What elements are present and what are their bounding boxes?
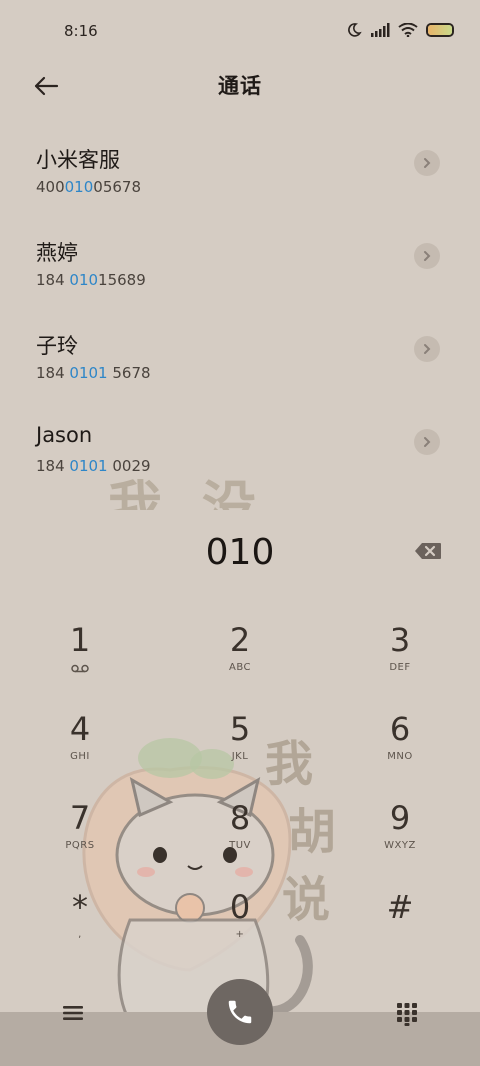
contact-detail-button[interactable] — [414, 150, 440, 176]
bottom-action-bar — [0, 979, 480, 1066]
number-suffix: 5678 — [107, 364, 151, 382]
key-digit: 8 — [229, 799, 251, 837]
dialpad-toggle-button[interactable] — [396, 1002, 418, 1026]
key-letters: WXYZ — [384, 840, 416, 851]
chevron-right-icon — [424, 251, 431, 261]
key-digit: 5 — [229, 710, 251, 748]
key-1[interactable]: 1 — [20, 620, 140, 700]
key-letters: TUV — [229, 840, 251, 851]
contact-row-ziling[interactable]: 子玲 184 0101 5678 — [0, 316, 480, 396]
key-letters: + — [235, 929, 245, 940]
key-8[interactable]: 8 TUV — [180, 798, 300, 878]
key-digit: 7 — [69, 799, 91, 837]
key-star[interactable]: * , — [20, 887, 140, 967]
battery-icon — [426, 23, 454, 37]
key-digit: 2 — [229, 621, 251, 659]
status-bar: 8:16 — [0, 0, 480, 62]
key-6[interactable]: 6 MNO — [340, 709, 460, 789]
number-match: 0101 — [69, 457, 108, 475]
menu-button[interactable] — [62, 1004, 86, 1028]
number-suffix: 15689 — [98, 271, 146, 289]
key-hash[interactable]: # — [340, 887, 460, 967]
number-prefix: 184 — [36, 364, 70, 382]
moon-icon — [348, 23, 362, 37]
key-3[interactable]: 3 DEF — [340, 620, 460, 700]
number-match: 010 — [69, 271, 99, 289]
key-4[interactable]: 4 GHI — [20, 709, 140, 789]
key-letters: DEF — [389, 662, 411, 673]
number-prefix: 184 — [36, 457, 70, 475]
key-digit: 4 — [69, 710, 91, 748]
contact-detail-button[interactable] — [414, 429, 440, 455]
key-letters: ABC — [228, 662, 251, 673]
key-digit: 9 — [389, 799, 411, 837]
dialed-number: 010 — [205, 532, 275, 573]
dialed-number-display: 010 — [0, 528, 480, 580]
status-icons — [346, 22, 454, 38]
key-digit: * — [72, 888, 88, 926]
menu-icon — [63, 1006, 83, 1020]
contact-row-yanting[interactable]: 燕婷 184 01015689 — [0, 223, 480, 303]
backspace-button[interactable] — [414, 542, 442, 564]
key-letters: PQRS — [65, 840, 95, 851]
signal-icon — [371, 23, 390, 37]
call-button[interactable] — [207, 979, 273, 1045]
key-letters: GHI — [70, 751, 90, 762]
header: 通话 — [0, 62, 480, 110]
chevron-right-icon — [424, 158, 431, 168]
key-letters: MNO — [387, 751, 413, 762]
number-prefix: 400 — [36, 178, 65, 196]
key-9[interactable]: 9 WXYZ — [340, 798, 460, 878]
key-letters: JKL — [231, 751, 249, 762]
key-digit: 1 — [69, 621, 91, 659]
contact-detail-button[interactable] — [414, 336, 440, 362]
chevron-right-icon — [424, 344, 431, 354]
number-match: 0101 — [69, 364, 108, 382]
contact-number: 184 0101 0029 — [36, 457, 151, 475]
chevron-right-icon — [424, 437, 431, 447]
page-title: 通话 — [218, 74, 262, 98]
key-digit: # — [386, 888, 414, 926]
key-0[interactable]: 0 + — [180, 887, 300, 967]
contact-name: 子玲 — [36, 334, 78, 358]
contact-number: 40001005678 — [36, 178, 141, 196]
key-7[interactable]: 7 PQRS — [20, 798, 140, 878]
key-digit: 6 — [389, 710, 411, 748]
key-2[interactable]: 2 ABC — [180, 620, 300, 700]
key-5[interactable]: 5 JKL — [180, 709, 300, 789]
number-suffix: 05678 — [93, 178, 141, 196]
number-match: 010 — [64, 178, 94, 196]
contact-detail-button[interactable] — [414, 243, 440, 269]
status-time: 8:16 — [64, 22, 98, 40]
contact-row-xiaomi-service[interactable]: 小米客服 40001005678 — [0, 130, 480, 210]
contact-number: 184 0101 5678 — [36, 364, 151, 382]
number-suffix: 0029 — [107, 457, 151, 475]
key-letters: , — [78, 929, 82, 940]
contact-row-jason[interactable]: Jason 184 0101 0029 — [0, 409, 480, 489]
number-prefix: 184 — [36, 271, 70, 289]
contact-name: 小米客服 — [36, 148, 120, 172]
dialpad-icon — [397, 1003, 417, 1026]
voicemail-icon — [71, 664, 89, 673]
key-digit: 0 — [229, 888, 251, 926]
contact-name: Jason — [36, 423, 93, 447]
backspace-icon — [415, 543, 441, 559]
phone-icon — [228, 1000, 252, 1024]
wifi-icon — [398, 23, 418, 37]
contact-name: 燕婷 — [36, 241, 78, 265]
key-digit: 3 — [389, 621, 411, 659]
contact-number: 184 01015689 — [36, 271, 146, 289]
